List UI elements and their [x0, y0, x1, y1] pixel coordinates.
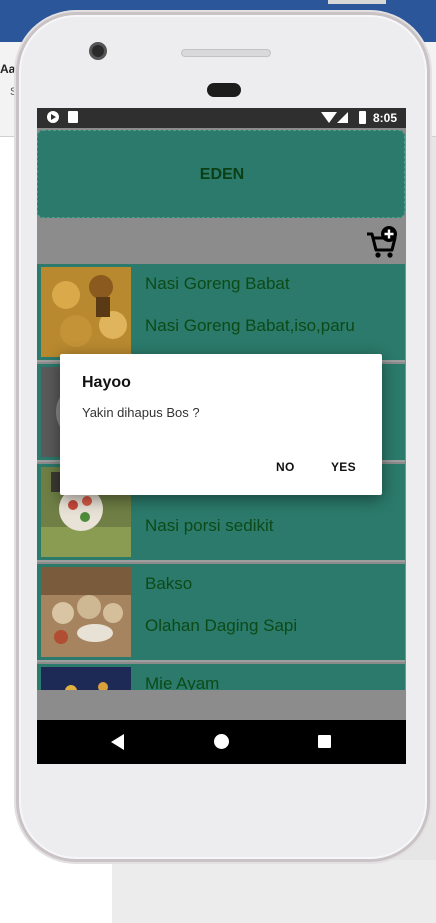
cart-add-icon[interactable] [365, 226, 399, 260]
item-name: Nasi Goreng Babat [145, 274, 290, 293]
wifi-icon [321, 112, 337, 123]
confirm-delete-dialog: Hayoo Yakin dihapus Bos ? NO YES [60, 354, 382, 495]
dialog-title: Hayoo [82, 374, 131, 391]
list-item[interactable]: Nasi Goreng Babat Nasi Goreng Babat,iso,… [37, 264, 405, 362]
dialog-message: Yakin dihapus Bos ? [82, 405, 200, 420]
toolbar [37, 220, 406, 264]
item-name: Mie Ayam [145, 674, 220, 690]
list-item[interactable]: Bakso Olahan Daging Sapi [37, 564, 405, 662]
desktop-titlebar-button[interactable] [328, 0, 386, 4]
earpiece-speaker [181, 49, 271, 57]
item-description: Olahan Daging Sapi [145, 616, 298, 635]
nav-back-icon[interactable] [111, 734, 124, 750]
battery-icon [359, 111, 366, 124]
navigation-bar [37, 720, 406, 764]
item-name: Bakso [145, 574, 193, 593]
food-thumbnail [41, 267, 131, 357]
status-bar: 8:05 [37, 108, 406, 128]
front-camera [89, 42, 107, 60]
signal-icon [337, 112, 348, 123]
food-thumbnail [41, 667, 131, 690]
list-item[interactable]: Mie Ayam [37, 664, 405, 690]
bottom-spacer [37, 690, 406, 720]
sd-card-icon [68, 111, 78, 123]
no-button[interactable]: NO [276, 460, 295, 474]
app-title: EDEN [199, 166, 245, 183]
status-time: 8:05 [373, 111, 398, 125]
item-description: Nasi Goreng Babat,iso,paru [145, 316, 355, 335]
nav-recent-icon[interactable] [318, 735, 331, 748]
yes-button[interactable]: YES [331, 460, 356, 474]
desktop-page-footer [112, 860, 436, 923]
food-thumbnail [41, 567, 131, 657]
item-description: Nasi porsi sedikit [145, 516, 274, 535]
app-header: EDEN [37, 130, 405, 218]
proximity-sensor [207, 83, 241, 97]
play-store-icon [47, 111, 59, 123]
nav-home-icon[interactable] [214, 734, 229, 749]
